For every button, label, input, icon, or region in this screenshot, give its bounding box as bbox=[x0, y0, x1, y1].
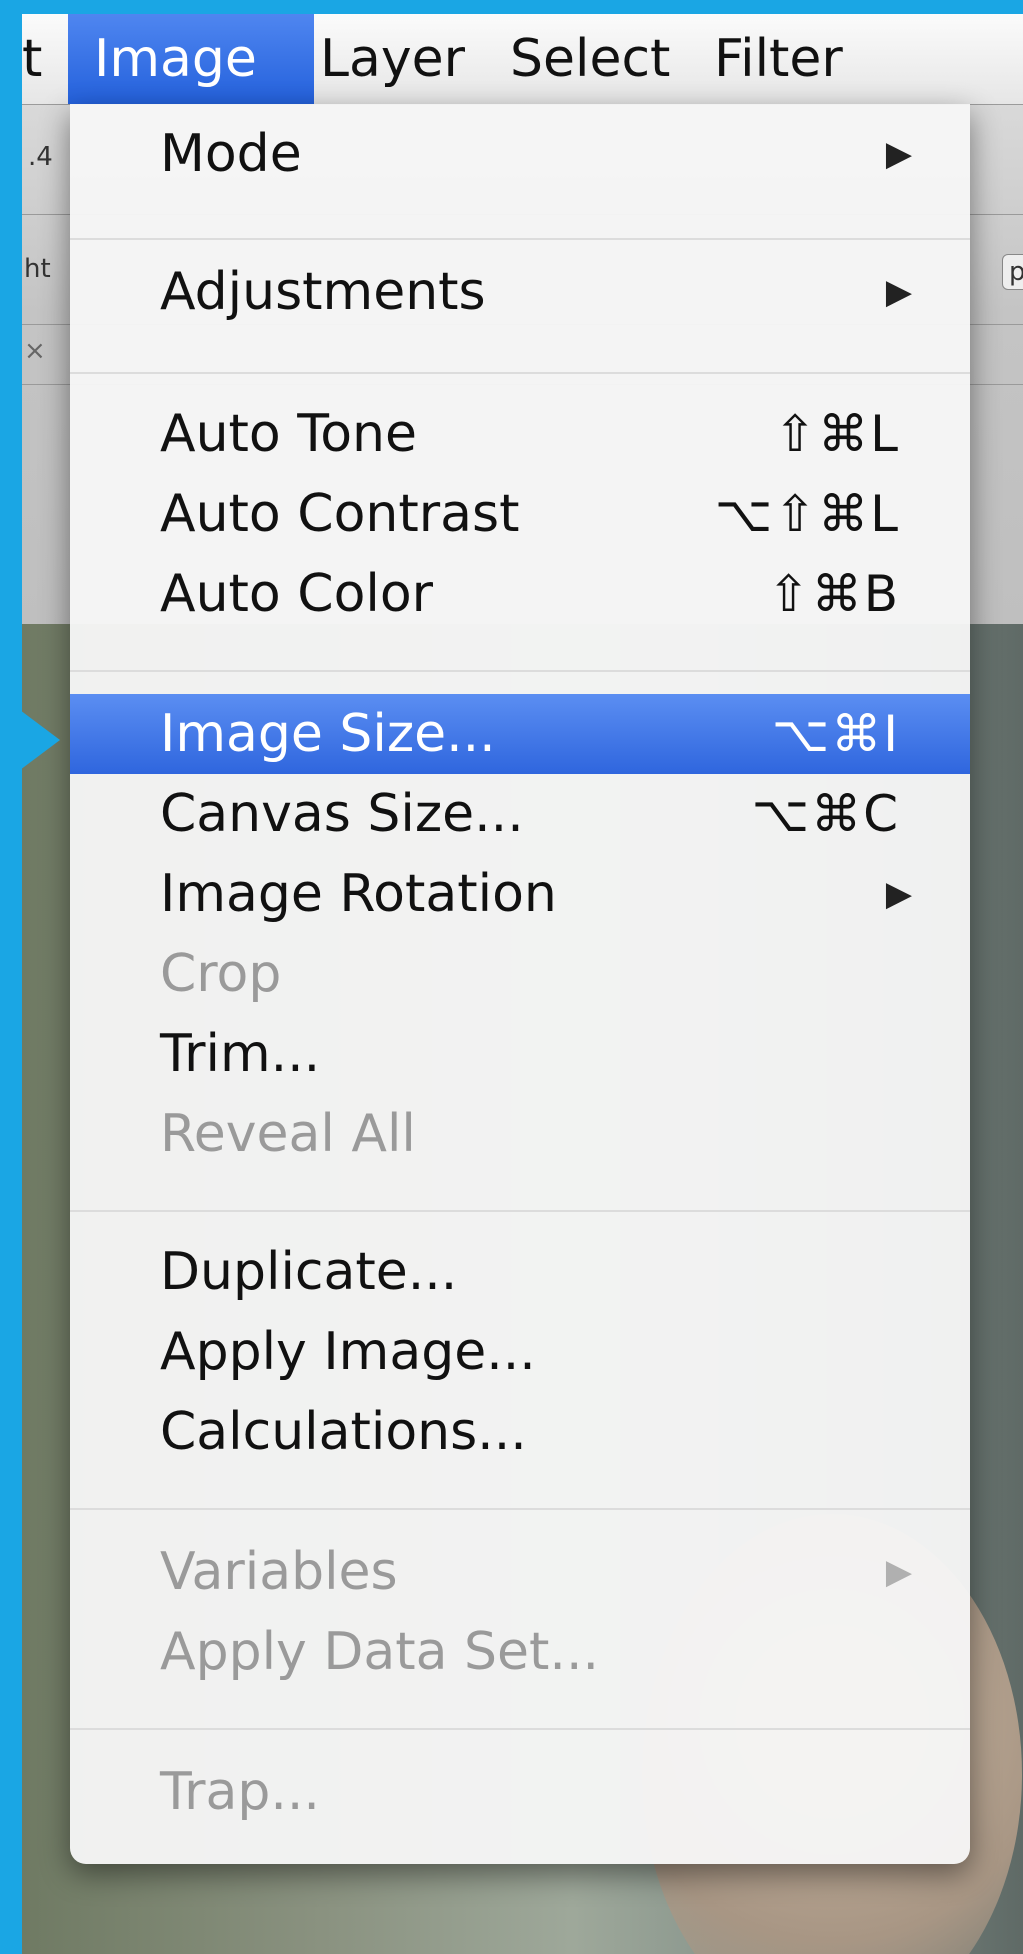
menu-item-shortcut: ⇧⌘L bbox=[774, 405, 900, 463]
menu-item-crop[interactable]: Crop bbox=[70, 934, 970, 1014]
callout-arrow-icon bbox=[0, 695, 60, 785]
menu-item-label: Adjustments bbox=[160, 262, 486, 322]
menu-item-label: Auto Color bbox=[160, 564, 434, 624]
menu-item-label: Duplicate... bbox=[160, 1242, 458, 1302]
screenshot-frame: .4 ht p × t Image Layer Select Filter Mo… bbox=[0, 0, 1023, 1954]
menu-separator bbox=[70, 670, 970, 672]
menu-item-label: Apply Image... bbox=[160, 1322, 536, 1382]
menu-item-calculations[interactable]: Calculations... bbox=[70, 1392, 970, 1472]
close-icon[interactable]: × bbox=[24, 336, 46, 366]
menubar-item-layer[interactable]: Layer bbox=[300, 14, 485, 104]
submenu-arrow-icon: ▶ bbox=[885, 272, 912, 312]
menu-item-image-rotation[interactable]: Image Rotation ▶ bbox=[70, 854, 970, 934]
menu-item-shortcut: ⌥⌘I bbox=[771, 705, 900, 763]
menu-item-shortcut: ⌥⌘C bbox=[751, 785, 900, 843]
menubar-item-image[interactable]: Image bbox=[68, 14, 314, 104]
menu-item-label: Calculations... bbox=[160, 1402, 527, 1462]
menu-item-apply-image[interactable]: Apply Image... bbox=[70, 1312, 970, 1392]
menu-item-label: Variables bbox=[160, 1542, 398, 1602]
menu-item-duplicate[interactable]: Duplicate... bbox=[70, 1232, 970, 1312]
menu-item-auto-tone[interactable]: Auto Tone ⇧⌘L bbox=[70, 394, 970, 474]
menu-separator bbox=[70, 1210, 970, 1212]
menu-item-variables[interactable]: Variables ▶ bbox=[70, 1532, 970, 1612]
menu-item-trim[interactable]: Trim... bbox=[70, 1014, 970, 1094]
menu-item-auto-color[interactable]: Auto Color ⇧⌘B bbox=[70, 554, 970, 634]
menubar-item-select[interactable]: Select bbox=[490, 14, 690, 104]
menu-item-label: Image Size... bbox=[160, 704, 496, 764]
menubar-item-filter[interactable]: Filter bbox=[694, 14, 863, 104]
submenu-arrow-icon: ▶ bbox=[885, 134, 912, 174]
menu-item-label: Canvas Size... bbox=[160, 784, 524, 844]
menubar: t Image Layer Select Filter bbox=[22, 14, 1023, 105]
menu-item-label: Reveal All bbox=[160, 1104, 416, 1164]
submenu-arrow-icon: ▶ bbox=[885, 1552, 912, 1592]
menu-item-shortcut: ⌥⇧⌘L bbox=[714, 485, 900, 543]
menu-item-auto-contrast[interactable]: Auto Contrast ⌥⇧⌘L bbox=[70, 474, 970, 554]
menu-item-image-size[interactable]: Image Size... ⌥⌘I bbox=[70, 694, 970, 774]
menu-separator bbox=[70, 1728, 970, 1730]
menu-item-shortcut: ⇧⌘B bbox=[767, 565, 900, 623]
menu-item-label: Mode bbox=[160, 124, 302, 184]
menu-separator bbox=[70, 372, 970, 374]
menu-item-label: Auto Contrast bbox=[160, 484, 520, 544]
submenu-arrow-icon: ▶ bbox=[885, 874, 912, 914]
menu-item-label: Image Rotation bbox=[160, 864, 557, 924]
menu-item-mode[interactable]: Mode ▶ bbox=[70, 114, 970, 194]
menu-item-label: Crop bbox=[160, 944, 282, 1004]
menu-item-apply-data-set[interactable]: Apply Data Set... bbox=[70, 1612, 970, 1692]
menu-item-label: Trap... bbox=[160, 1762, 320, 1822]
menu-item-adjustments[interactable]: Adjustments ▶ bbox=[70, 252, 970, 332]
menu-separator bbox=[70, 1508, 970, 1510]
menu-item-canvas-size[interactable]: Canvas Size... ⌥⌘C bbox=[70, 774, 970, 854]
menu-item-label: Apply Data Set... bbox=[160, 1622, 600, 1682]
frame-border-left bbox=[0, 0, 22, 1954]
menu-item-label: Trim... bbox=[160, 1024, 321, 1084]
image-menu-dropdown: Mode ▶ Adjustments ▶ Auto Tone ⇧⌘L Auto … bbox=[70, 104, 970, 1864]
menu-separator bbox=[70, 238, 970, 240]
menu-item-reveal-all[interactable]: Reveal All bbox=[70, 1094, 970, 1174]
toolbar-value-fragment: .4 bbox=[28, 142, 53, 172]
option-text-fragment: ht bbox=[24, 254, 51, 284]
frame-border-top bbox=[0, 0, 1023, 14]
menu-item-label: Auto Tone bbox=[160, 404, 417, 464]
option-button-fragment[interactable]: p bbox=[1002, 254, 1023, 290]
menu-item-trap[interactable]: Trap... bbox=[70, 1752, 970, 1832]
